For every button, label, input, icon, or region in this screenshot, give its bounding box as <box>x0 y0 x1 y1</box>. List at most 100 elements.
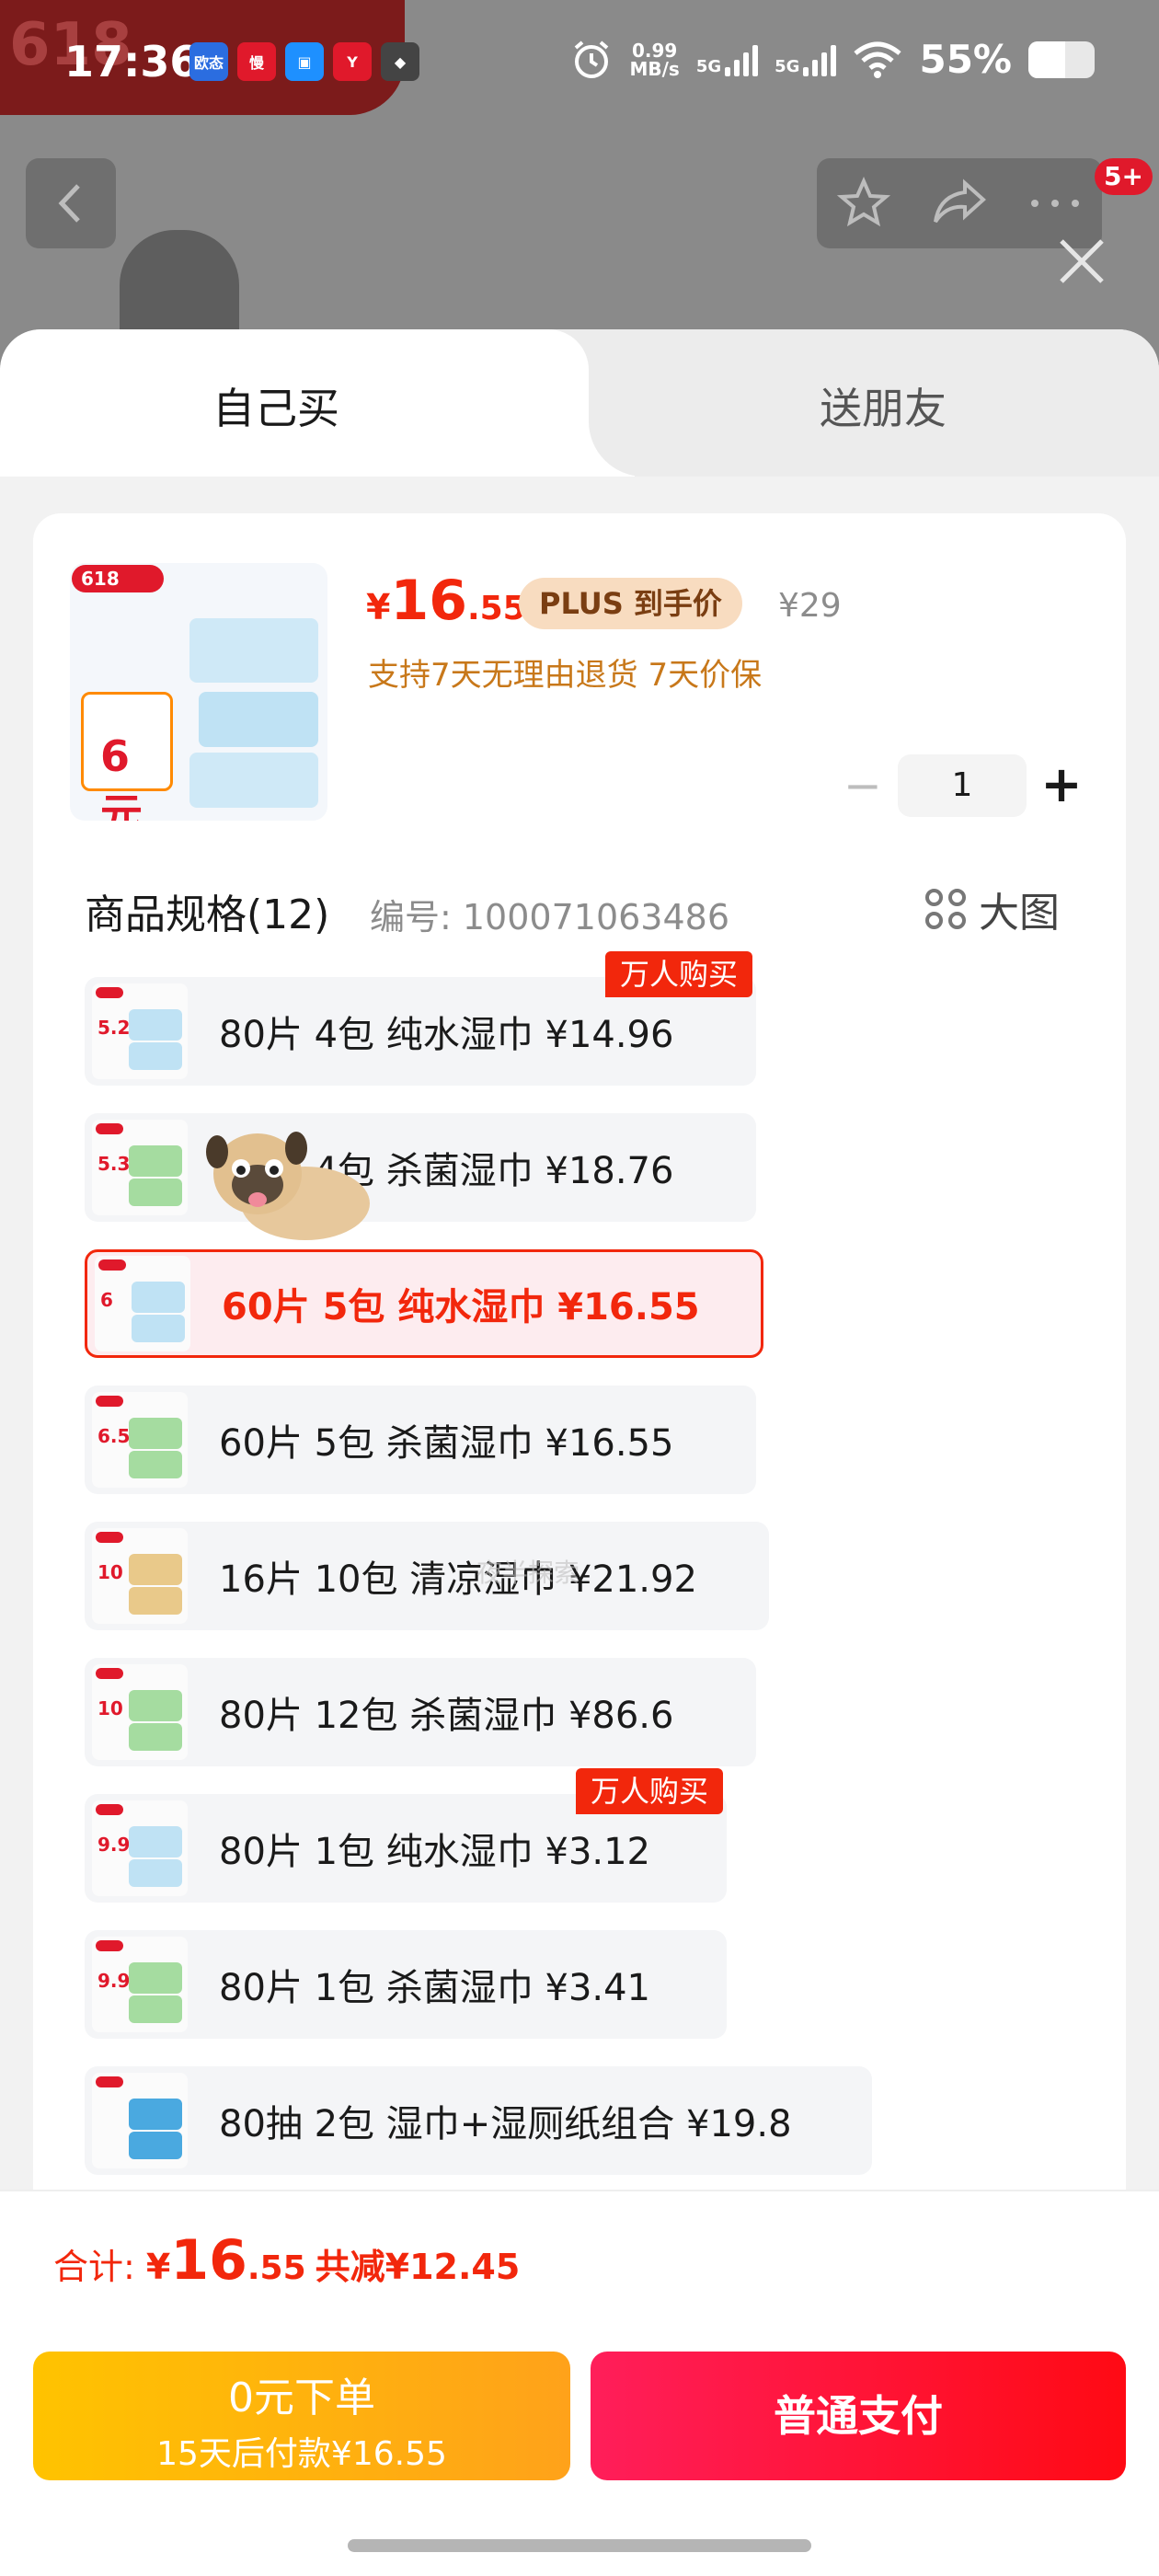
battery-percent: 55% <box>919 37 1012 82</box>
total-price: 合计: ¥16.55 共减¥12.45 <box>53 2228 520 2293</box>
big-image-button[interactable]: 大图 <box>925 880 1060 938</box>
pack-image <box>189 753 318 808</box>
spec-option-thumbnail: 9.9 <box>92 1800 188 1896</box>
grid-icon <box>925 889 966 929</box>
normal-pay-button[interactable]: 普通支付 <box>591 2352 1126 2480</box>
spec-option-thumbnail <box>92 2073 188 2168</box>
spec-title: 商品规格(12) <box>85 891 330 938</box>
share-icon[interactable] <box>930 178 989 229</box>
zero-pay-subtitle: 15天后付款¥16.55 <box>156 2435 447 2473</box>
spec-option-thumbnail: 10 <box>92 1528 188 1624</box>
big-image-label: 大图 <box>979 890 1060 937</box>
signal-bars-icon <box>803 43 837 76</box>
total-label: 合计: <box>53 2247 146 2287</box>
increase-quantity-button[interactable]: + <box>1027 754 1096 817</box>
total-decimal: .55 <box>247 2249 306 2287</box>
product-code: 编号: 100071063486 <box>370 897 730 937</box>
pug-sticker <box>206 1132 370 1240</box>
battery-icon <box>1028 40 1095 78</box>
hot-seller-badge: 万人购买 <box>576 1768 724 1814</box>
spec-option-thumbnail: 9.9 <box>92 1937 188 2032</box>
battery-fill <box>1028 40 1065 78</box>
pack-image <box>189 618 318 683</box>
badge-618: 618 <box>72 565 164 592</box>
price-integer: 16 <box>390 569 467 633</box>
spec-option-label: 80片 1包 杀菌湿巾 ¥3.41 <box>219 1967 651 2009</box>
notification-app-icons: 欧态 慢 ▣ Y ◆ <box>189 42 419 81</box>
alarm-icon <box>575 40 609 78</box>
spec-option-thumb-number: 5.2 <box>98 1017 131 1039</box>
spec-option-thumbnail: 5.3 <box>92 1120 188 1215</box>
watermark: 夜半探索 <box>476 1558 580 1588</box>
spec-option-label: 80片 1包 纯水湿巾 ¥3.12 <box>219 1831 651 1873</box>
star-icon[interactable] <box>836 176 891 231</box>
spec-option[interactable]: 80抽 2包 湿巾+湿厕纸组合 ¥19.8 <box>85 2066 872 2175</box>
spec-option-thumbnail: 10 <box>92 1664 188 1760</box>
quantity-stepper: − 1 + <box>828 754 1096 817</box>
sim1-label: 5G <box>695 56 722 76</box>
spec-option-thumb-number: 9.9 <box>98 1834 131 1856</box>
signal-sim1: 5G <box>695 43 759 76</box>
status-time: 17:36 <box>64 37 200 86</box>
total-integer: 16 <box>170 2228 247 2293</box>
status-bar: 17:36 欧态 慢 ▣ Y ◆ 0.99 MB/s 5G 5G 55% <box>0 0 1159 124</box>
spec-option[interactable]: 9.9 80片 1包 杀菌湿巾 ¥3.41 <box>85 1930 727 2039</box>
close-icon[interactable] <box>1054 234 1109 289</box>
zero-pay-button[interactable]: 0元下单 15天后付款¥16.55 <box>33 2352 570 2480</box>
product-thumbnail[interactable]: 618 6元 <box>70 563 327 821</box>
spec-option-label: 60片 5包 杀菌湿巾 ¥16.55 <box>219 1422 674 1465</box>
video-app-icon: Y <box>333 42 372 81</box>
price-currency: ¥ <box>366 587 391 627</box>
spec-option-thumb-number: 5.3 <box>98 1153 131 1175</box>
quantity-value[interactable]: 1 <box>898 754 1027 817</box>
shop-app-icon: 慢 <box>237 42 276 81</box>
total-currency: ¥ <box>145 2247 171 2287</box>
plus-price-tag: PLUS 到手价 <box>519 578 742 629</box>
signal-sim2: 5G <box>775 43 837 76</box>
spec-option-thumb-number: 6.5 <box>98 1425 131 1447</box>
zero-pay-title: 0元下单 <box>228 2375 375 2421</box>
decrease-quantity-button[interactable]: − <box>828 754 898 817</box>
chevron-left-icon <box>58 184 80 223</box>
sim2-label: 5G <box>775 56 800 76</box>
tab-friend-label[interactable]: 送朋友 <box>589 375 1159 436</box>
spec-option[interactable]: 6.5 60片 5包 杀菌湿巾 ¥16.55 <box>85 1386 756 1494</box>
signal-bars-icon <box>725 43 759 76</box>
network-speed-unit: MB/s <box>629 57 680 80</box>
spec-option-thumb-number: 9.9 <box>98 1970 131 1992</box>
spec-option-thumb-number: 6 <box>100 1289 113 1311</box>
product-price: ¥16.55 <box>366 569 526 633</box>
spec-option-label: 60片 5包 纯水湿巾 ¥16.55 <box>222 1286 700 1328</box>
thumb-tag-text: 6元 <box>100 731 143 821</box>
spec-option-label: 80片 12包 杀菌湿巾 ¥86.6 <box>219 1695 674 1737</box>
spec-option-thumb-number: 10 <box>98 1697 123 1719</box>
spec-option[interactable]: 10 80片 12包 杀菌湿巾 ¥86.6 <box>85 1658 756 1766</box>
more-icon[interactable] <box>1027 194 1083 213</box>
wifi-icon <box>854 41 902 78</box>
spec-option-thumb-number: 10 <box>98 1561 123 1583</box>
original-price: ¥29 <box>778 587 842 625</box>
checkout-footer: 合计: ¥16.55 共减¥12.45 0元下单 15天后付款¥16.55 普通支… <box>0 2190 1159 2576</box>
price-tag-image: 6元 <box>81 692 173 821</box>
spec-option-label: 80抽 2包 湿巾+湿厕纸组合 ¥19.8 <box>219 2103 792 2145</box>
total-discount: 共减¥12.45 <box>315 2247 521 2287</box>
home-indicator[interactable] <box>348 2539 811 2552</box>
spec-option-thumbnail: 5.2 <box>92 983 188 1079</box>
spec-option[interactable]: 5.3 80片 4包 杀菌湿巾 ¥18.76 <box>85 1113 756 1222</box>
news-app-icon: 欧态 <box>189 42 228 81</box>
service-guarantee: 支持7天无理由退货 7天价保 <box>368 657 763 694</box>
spec-option-label: 80片 4包 纯水湿巾 ¥14.96 <box>219 1014 674 1056</box>
network-speed-value: 0.99 <box>631 39 678 62</box>
back-button[interactable] <box>26 158 116 248</box>
spec-option-label: 16片 10包 清凉湿巾 ¥21.92 <box>219 1558 697 1601</box>
shield-app-icon: ◆ <box>381 42 419 81</box>
tool-app-icon: ▣ <box>285 42 324 81</box>
pack-image <box>199 692 318 747</box>
spec-option-thumbnail: 6.5 <box>92 1392 188 1488</box>
spec-option-thumbnail: 6 <box>95 1256 190 1351</box>
spec-option[interactable]: 10 16片 10包 清凉湿巾 ¥21.92 <box>85 1522 769 1630</box>
tab-self-label[interactable]: 自己买 <box>0 375 552 436</box>
notification-badge: 5+ <box>1095 158 1153 195</box>
spec-option[interactable]: 6 60片 5包 纯水湿巾 ¥16.55 <box>85 1249 763 1358</box>
price-decimal: .55 <box>466 590 526 627</box>
